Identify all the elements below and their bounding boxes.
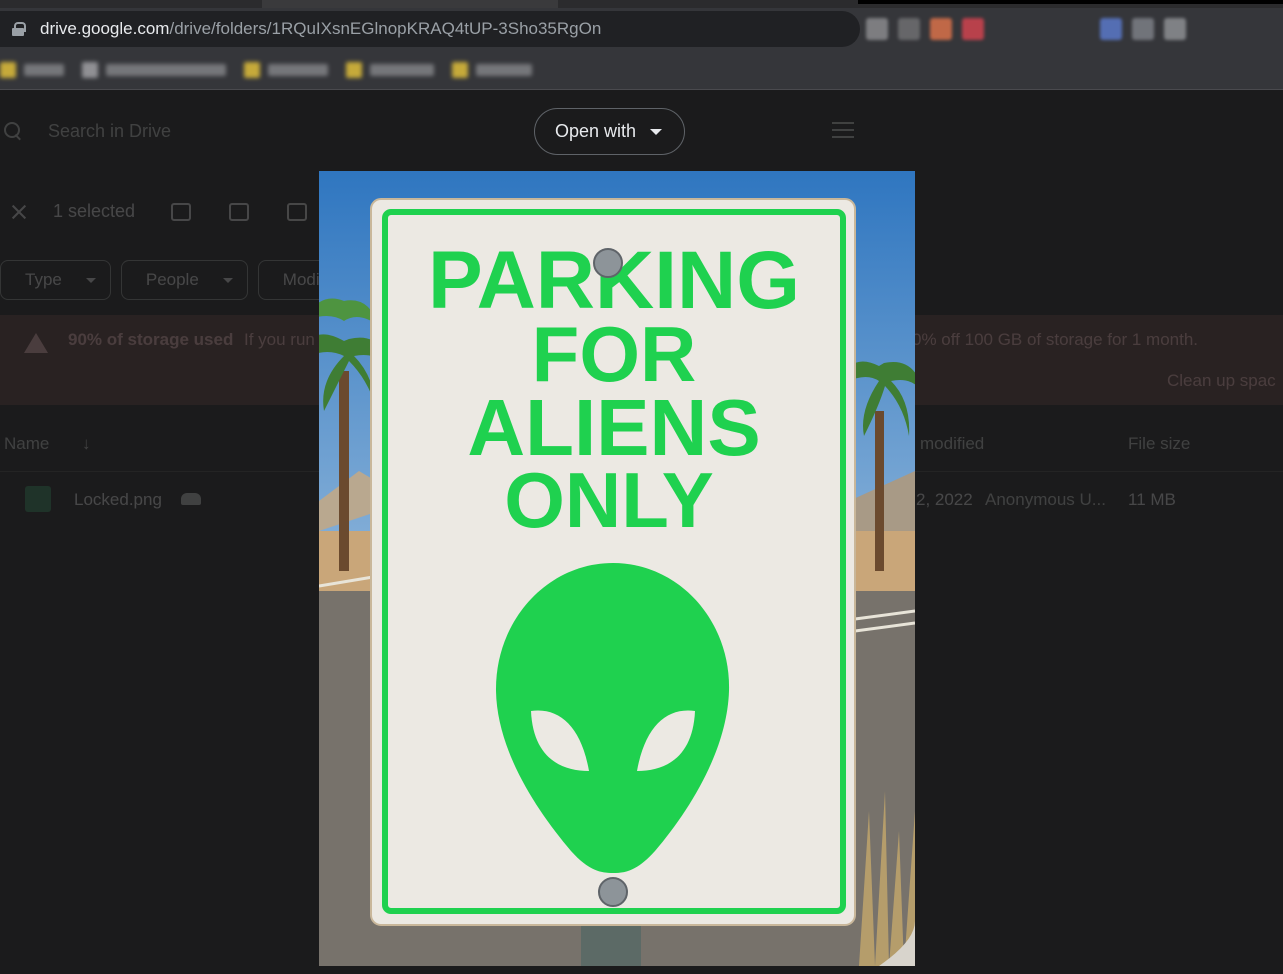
extension-icon[interactable]	[962, 18, 984, 40]
bookmark-item[interactable]	[0, 61, 64, 78]
extension-icon[interactable]	[1132, 18, 1154, 40]
open-with-label: Open with	[555, 121, 637, 141]
search-options-icon[interactable]	[832, 119, 854, 141]
bookmark-item[interactable]	[452, 61, 532, 78]
close-icon[interactable]	[10, 203, 28, 221]
sort-arrow-icon[interactable]: ↓	[82, 434, 91, 454]
column-modified[interactable]: modified	[920, 434, 984, 454]
sign-text-line4: ONLY	[504, 456, 714, 544]
file-size: 11 MB	[1128, 490, 1176, 509]
open-with-button[interactable]: Open with	[534, 108, 685, 155]
bookmark-item[interactable]	[346, 61, 434, 78]
browser-tab-strip	[0, 0, 1283, 8]
url-host: drive.google.com	[40, 19, 170, 38]
chevron-down-icon	[85, 277, 96, 283]
shared-icon	[181, 493, 201, 505]
selection-count: 1 selected	[53, 201, 136, 221]
extension-icon[interactable]	[930, 18, 952, 40]
storage-offer: 0% off 100 GB of storage for 1 month.	[912, 330, 1199, 349]
search-icon[interactable]	[2, 120, 24, 142]
column-file-size[interactable]: File size	[1128, 434, 1190, 454]
browser-toolbar: drive.google.com/drive/folders/1RQuIXsnE…	[0, 8, 1283, 50]
clean-up-link[interactable]: Clean up spac	[1167, 371, 1276, 391]
preview-photo: PARKING FOR ALIENS ONLY	[319, 171, 915, 966]
column-name[interactable]: Name	[4, 434, 49, 454]
file-owner: Anonymous U...	[985, 490, 1106, 509]
image-file-icon	[25, 486, 51, 512]
filter-chip-type[interactable]: Type	[0, 260, 111, 300]
search-placeholder: Search in Drive	[48, 120, 172, 141]
bookmarks-bar	[0, 50, 1283, 90]
url-path: /drive/folders/1RQuIXsnEGlnopKRAQ4tUP-3S…	[169, 19, 602, 38]
extension-icon[interactable]	[1164, 18, 1186, 40]
move-icon[interactable]	[287, 202, 308, 221]
file-name: Locked.png	[74, 490, 162, 509]
chip-label: Type	[25, 270, 62, 289]
storage-used-text: 90% of storage used	[68, 330, 234, 349]
search-bar[interactable]: Search in Drive	[0, 111, 171, 151]
lock-icon[interactable]	[12, 22, 26, 36]
address-bar[interactable]: drive.google.com/drive/folders/1RQuIXsnE…	[0, 11, 860, 47]
storage-message: If you run	[244, 330, 315, 349]
extension-icon[interactable]	[866, 18, 888, 40]
bookmark-item[interactable]	[82, 61, 226, 78]
selection-toolbar: 1 selected	[10, 201, 308, 222]
bookmark-item[interactable]	[244, 61, 328, 78]
extension-icon[interactable]	[1100, 18, 1122, 40]
share-icon[interactable]	[171, 202, 192, 221]
extension-icon[interactable]	[898, 18, 920, 40]
active-tab[interactable]	[262, 0, 558, 8]
warning-icon	[24, 333, 48, 353]
parking-sign: PARKING FOR ALIENS ONLY	[370, 198, 856, 926]
wall	[855, 531, 915, 591]
filter-chips: Type People Modi	[0, 260, 335, 300]
filter-chip-people[interactable]: People	[120, 260, 248, 300]
file-modified-date: 2, 2022	[916, 490, 973, 509]
tab-strip-right	[858, 0, 1283, 4]
download-icon[interactable]	[229, 202, 250, 221]
chip-label: People	[145, 270, 199, 289]
chip-label: Modi	[282, 270, 320, 289]
chevron-down-icon	[222, 277, 233, 283]
chevron-down-icon	[650, 128, 663, 135]
bolt	[598, 877, 628, 907]
extension-area	[860, 8, 1283, 50]
bolt	[593, 248, 623, 278]
image-preview[interactable]: PARKING FOR ALIENS ONLY	[319, 171, 915, 966]
